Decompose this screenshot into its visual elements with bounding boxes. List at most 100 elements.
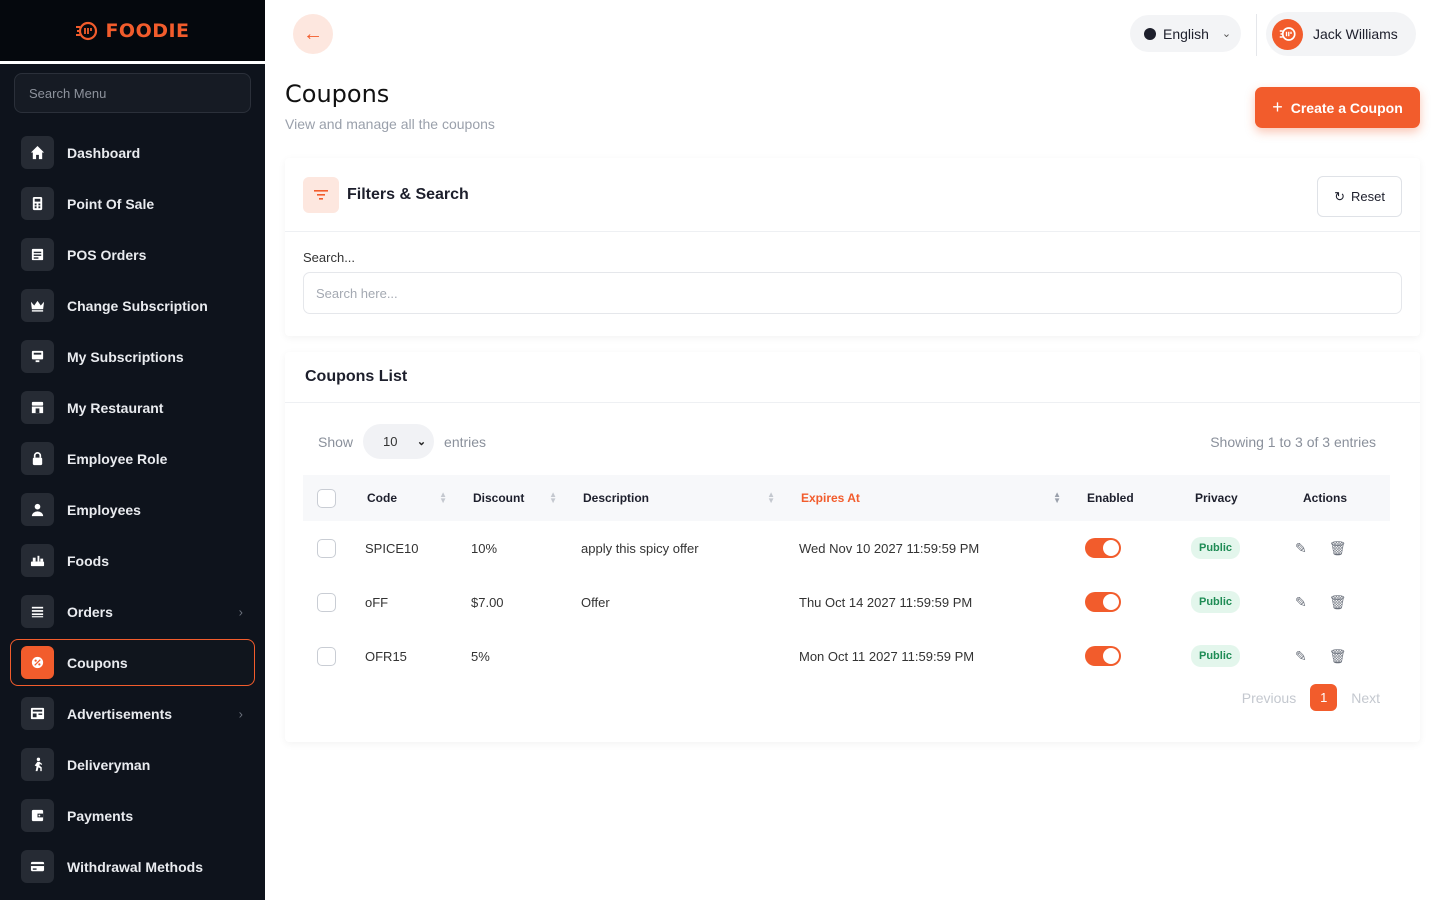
column-header-enabled: Enabled <box>1069 475 1177 521</box>
sort-icon: ▲ ▼ <box>549 490 557 505</box>
create-coupon-button[interactable]: + Create a Coupon <box>1255 87 1420 128</box>
coupon-description: apply this spicy offer <box>581 540 699 556</box>
foodie-logo-icon <box>76 21 98 40</box>
page-size-control: Show 10 ⌄ entries <box>318 424 486 459</box>
sidebar-item-employees[interactable]: Employees <box>0 484 265 535</box>
sidebar-item-point-of-sale[interactable]: Point Of Sale <box>0 178 265 229</box>
app-root: FOODIE Dashboard Point Of Sale POS Order… <box>0 0 1440 900</box>
sidebar-item-label: My Subscriptions <box>67 348 184 365</box>
sidebar-item-withdrawal-methods[interactable]: Withdrawal Methods <box>0 841 265 892</box>
coupon-code: oFF <box>365 594 389 610</box>
chevron-down-icon: ⌄ <box>1221 28 1232 40</box>
sidebar-item-label: Payments <box>67 807 134 824</box>
filters-title: Filters & Search <box>347 185 469 203</box>
brand-logo[interactable]: FOODIE <box>0 0 265 64</box>
sidebar: FOODIE Dashboard Point Of Sale POS Order… <box>0 0 265 900</box>
sidebar-item-dashboard[interactable]: Dashboard <box>0 127 265 178</box>
row-actions: ✎ 🗑 <box>1285 594 1347 611</box>
language-selector[interactable]: English ⌄ <box>1130 15 1241 52</box>
next-page-button[interactable]: Next <box>1351 690 1380 706</box>
plus-icon: + <box>1272 97 1283 117</box>
search-label: Search... <box>303 250 356 265</box>
coupon-discount: 10% <box>471 540 498 556</box>
sidebar-item-label: Advertisements <box>67 705 173 722</box>
edit-icon[interactable]: ✎ <box>1295 540 1307 557</box>
table-row: SPICE10 10% apply this spicy offer Wed N… <box>303 521 1390 575</box>
sidebar-item-employee-role[interactable]: Employee Role <box>0 433 265 484</box>
table-header-row: Code ▲ ▼ Discount ▲ ▼ Description ▲ ▼ Expires … <box>303 475 1390 521</box>
column-label: Code <box>367 491 397 505</box>
page-subtitle: View and manage all the coupons <box>285 116 495 132</box>
sidebar-item-change-subscription[interactable]: Change Subscription <box>0 280 265 331</box>
sidebar-item-label: Coupons <box>67 654 128 671</box>
list-icon <box>21 595 54 628</box>
sidebar-item-payments[interactable]: Payments <box>0 790 265 841</box>
row-actions: ✎ 🗑 <box>1285 648 1347 665</box>
search-input[interactable] <box>303 272 1402 314</box>
sidebar-item-label: POS Orders <box>67 246 147 263</box>
sidebar-item-label: Deliveryman <box>67 756 151 773</box>
reset-label: Reset <box>1350 189 1385 204</box>
select-all-checkbox[interactable] <box>317 488 336 508</box>
page-size-select[interactable]: 10 ⌄ <box>363 424 435 459</box>
column-label: Privacy <box>1195 491 1238 505</box>
column-header-discount[interactable]: Discount ▲ ▼ <box>455 475 565 521</box>
chevron-right-icon: › <box>238 604 243 619</box>
edit-icon[interactable]: ✎ <box>1295 594 1307 611</box>
coupon-code: OFR15 <box>365 648 407 664</box>
coupons-list-card: Coupons List Show 10 ⌄ entries Showing 1… <box>285 352 1420 742</box>
table-row: oFF $7.00 Offer Thu Oct 14 2027 11:59:59… <box>303 575 1390 629</box>
sidebar-item-coupons[interactable]: Coupons <box>10 639 255 686</box>
coupon-expires: Thu Oct 14 2027 11:59:59 PM <box>799 594 973 610</box>
previous-page-button[interactable]: Previous <box>1242 690 1296 706</box>
sidebar-item-pos-orders[interactable]: POS Orders <box>0 229 265 280</box>
sidebar-item-label: My Restaurant <box>67 399 164 416</box>
sidebar-menu: Dashboard Point Of Sale POS Orders Chang… <box>0 127 265 892</box>
globe-icon <box>1144 27 1156 40</box>
edit-icon[interactable]: ✎ <box>1295 648 1307 665</box>
trash-icon[interactable]: 🗑 <box>1329 540 1347 557</box>
sidebar-search-input[interactable] <box>29 85 250 101</box>
trash-icon[interactable]: 🗑 <box>1329 594 1347 611</box>
trash-icon[interactable]: 🗑 <box>1329 648 1347 665</box>
sidebar-item-advertisements[interactable]: Advertisements › <box>0 688 265 739</box>
enabled-toggle[interactable] <box>1085 592 1121 612</box>
create-coupon-label: Create a Coupon <box>1290 99 1403 116</box>
sidebar-item-my-restaurant[interactable]: My Restaurant <box>0 382 265 433</box>
row-checkbox[interactable] <box>317 646 336 666</box>
coupon-discount: 5% <box>471 648 490 664</box>
page-number-button[interactable]: 1 <box>1310 684 1338 711</box>
column-label: Expires At <box>801 491 860 505</box>
row-checkbox[interactable] <box>317 538 336 558</box>
sidebar-item-label: Change Subscription <box>67 297 208 314</box>
filters-card: Filters & Search ↻ Reset Search... <box>285 158 1420 336</box>
sidebar-item-label: Dashboard <box>67 144 141 161</box>
chevron-right-icon: › <box>238 706 243 721</box>
enabled-toggle[interactable] <box>1085 538 1121 558</box>
refresh-icon: ↻ <box>1334 188 1345 204</box>
page-size-value: 10 <box>383 434 398 449</box>
column-header-code[interactable]: Code ▲ ▼ <box>349 475 455 521</box>
lock-icon <box>21 442 54 475</box>
row-checkbox[interactable] <box>317 592 336 612</box>
coupons-table: Code ▲ ▼ Discount ▲ ▼ Description ▲ ▼ Expires … <box>303 475 1390 683</box>
calculator-icon <box>21 187 54 220</box>
sidebar-item-foods[interactable]: Foods <box>0 535 265 586</box>
user-menu[interactable]: Jack Williams <box>1266 12 1416 56</box>
column-header-expires-at[interactable]: Expires At ▲ ▼ <box>783 475 1069 521</box>
sidebar-item-orders[interactable]: Orders › <box>0 586 265 637</box>
sidebar-item-label: Employees <box>67 501 141 518</box>
brand-name: FOODIE <box>105 19 190 42</box>
coupon-expires: Wed Nov 10 2027 11:59:59 PM <box>799 540 980 556</box>
back-button[interactable]: ← <box>293 14 333 54</box>
sidebar-item-deliveryman[interactable]: Deliveryman <box>0 739 265 790</box>
sidebar-item-label: Foods <box>67 552 109 569</box>
enabled-toggle[interactable] <box>1085 646 1121 666</box>
reset-button[interactable]: ↻ Reset <box>1317 176 1402 217</box>
sidebar-item-my-subscriptions[interactable]: My Subscriptions <box>0 331 265 382</box>
wallet-icon <box>21 799 54 832</box>
column-header-description[interactable]: Description ▲ ▼ <box>565 475 783 521</box>
sidebar-item-label: Orders <box>67 603 113 620</box>
header-divider <box>1256 14 1257 56</box>
column-header-privacy: Privacy <box>1177 475 1285 521</box>
